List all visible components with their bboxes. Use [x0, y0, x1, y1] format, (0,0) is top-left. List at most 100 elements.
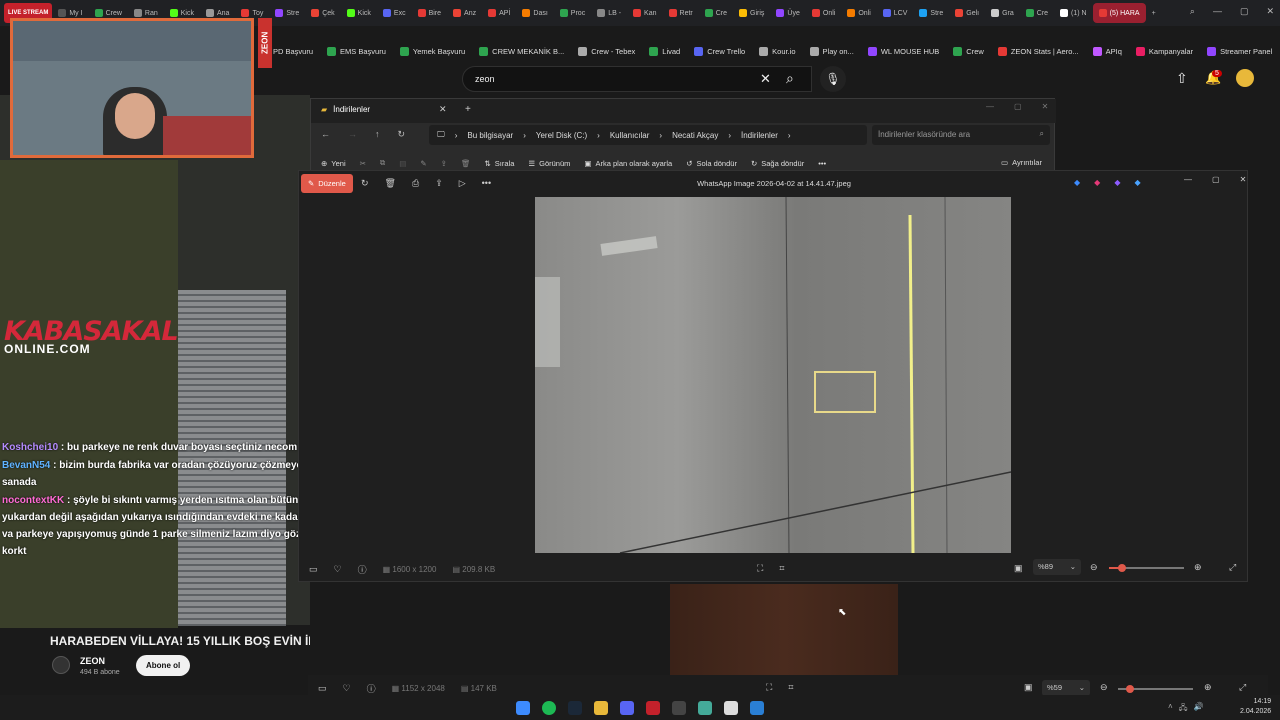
- details-button[interactable]: ▭ Ayrıntılar: [1001, 158, 1042, 167]
- zoom-in-icon[interactable]: ⊕: [1204, 682, 1212, 693]
- info-icon[interactable]: ⓘ: [358, 563, 367, 576]
- rotate-right-button[interactable]: ↻ Sağa döndür: [751, 159, 804, 168]
- cut-icon[interactable]: ✂: [360, 159, 366, 168]
- app-icon[interactable]: [672, 700, 686, 715]
- info-icon[interactable]: ⓘ: [367, 682, 376, 695]
- app-icon-a[interactable]: ◆: [1074, 178, 1080, 187]
- viewer-close-icon[interactable]: ✕: [1240, 175, 1247, 184]
- set-background-button[interactable]: ▣ Arka plan olarak ayarla: [584, 159, 672, 168]
- fullscreen-icon[interactable]: ⤢: [1239, 682, 1246, 693]
- crop-icon[interactable]: ⌗: [788, 682, 793, 693]
- crop-icon[interactable]: ⌗: [779, 563, 784, 574]
- browser-tab[interactable]: Proc: [554, 3, 591, 23]
- favorite-icon[interactable]: ♡: [343, 683, 351, 694]
- more-icon[interactable]: •••: [818, 159, 826, 168]
- browser-tab[interactable]: Anz: [447, 3, 482, 23]
- delete-icon[interactable]: 🗑: [461, 159, 471, 168]
- search-icon[interactable]: ⌕: [786, 70, 794, 87]
- close-tab-icon[interactable]: ✕: [439, 104, 447, 115]
- zoom-slider-thumb[interactable]: [1126, 685, 1134, 693]
- breadcrumb-item[interactable]: Necati Akçay: [672, 131, 718, 140]
- browser-tab[interactable]: Cre: [699, 3, 733, 23]
- bookmark-item[interactable]: Crew: [953, 46, 984, 56]
- copy-icon[interactable]: ⧉: [380, 158, 385, 168]
- bookmark-item[interactable]: APIq: [1092, 46, 1122, 56]
- browser-tab[interactable]: Gelı: [949, 3, 985, 23]
- file-explorer-icon[interactable]: [594, 700, 608, 715]
- clear-search-icon[interactable]: ✕: [760, 71, 771, 87]
- browser-tab[interactable]: Gra: [985, 3, 1020, 23]
- network-icon[interactable]: 🖧: [1179, 702, 1188, 716]
- view-button[interactable]: ☰ Görünüm: [528, 159, 570, 168]
- filmstrip-icon[interactable]: ▭: [318, 683, 327, 694]
- bookmark-item[interactable]: Livad: [649, 46, 680, 56]
- browser-tab[interactable]: Kan: [627, 3, 662, 23]
- breadcrumb[interactable]: 🖵 › Bu bilgisayar › Yerel Disk (C:) › Kulla…: [429, 125, 867, 145]
- browser-tab[interactable]: Exc: [377, 3, 412, 23]
- browser-tab[interactable]: Dası: [516, 3, 553, 23]
- bookmark-item[interactable]: ZEON Stats | Aero...: [997, 46, 1079, 56]
- browser-tab[interactable]: Çek: [305, 3, 340, 23]
- actual-size-icon[interactable]: ▣: [1024, 682, 1033, 693]
- channel-avatar[interactable]: [52, 656, 70, 674]
- bookmark-item[interactable]: Crew Trello: [694, 46, 745, 56]
- bookmark-item[interactable]: Kampanyalar: [1135, 46, 1193, 56]
- photos-icon[interactable]: [750, 700, 764, 715]
- viewer-minimize-icon[interactable]: —: [1184, 175, 1192, 184]
- volume-icon[interactable]: 🔊: [1194, 702, 1204, 716]
- maximize-icon[interactable]: ▢: [1240, 6, 1249, 17]
- subscribe-button[interactable]: Abone ol: [136, 655, 191, 676]
- start-icon[interactable]: [516, 700, 530, 715]
- filmstrip-icon[interactable]: ▭: [309, 564, 318, 575]
- rename-icon[interactable]: ✎: [420, 159, 426, 168]
- zoom-slider[interactable]: [1118, 685, 1193, 693]
- explorer-minimize-icon[interactable]: —: [986, 102, 994, 111]
- explorer-tab-title[interactable]: İndirilenler: [333, 105, 370, 114]
- browser-tab[interactable]: Kick: [341, 3, 377, 23]
- app-icon-d[interactable]: ◆: [1134, 178, 1140, 187]
- explorer-maximize-icon[interactable]: ▢: [1014, 102, 1022, 111]
- bookmark-item[interactable]: CREW MEKANİK B...: [479, 46, 564, 56]
- browser-tab[interactable]: (1) N: [1054, 3, 1093, 23]
- zoom-slider[interactable]: [1109, 564, 1184, 572]
- browser-tab[interactable]: Stre: [913, 3, 949, 23]
- zoom-slider-thumb[interactable]: [1118, 564, 1126, 572]
- breadcrumb-item[interactable]: Kullanıcılar: [610, 131, 650, 140]
- zoom-in-icon[interactable]: ⊕: [1194, 562, 1202, 573]
- browser-tab[interactable]: Cre: [1020, 3, 1054, 23]
- spotify-icon[interactable]: [542, 700, 556, 715]
- app-icon[interactable]: [698, 700, 712, 715]
- zoom-out-icon[interactable]: ⊖: [1100, 682, 1108, 693]
- bookmark-item[interactable]: Crew - Tebex: [578, 46, 635, 56]
- browser-tab[interactable]: Giriş: [733, 3, 770, 23]
- steam-icon[interactable]: [568, 700, 582, 715]
- zoom-dropdown[interactable]: %89 ⌄: [1033, 559, 1081, 575]
- zoom-dropdown[interactable]: %59 ⌄: [1042, 680, 1090, 696]
- upload-icon[interactable]: ⇧: [1176, 70, 1188, 87]
- zoom-out-icon[interactable]: ⊖: [1090, 562, 1098, 573]
- browser-tab[interactable]: (5) HARA: [1092, 3, 1146, 23]
- discord-icon[interactable]: [620, 700, 634, 715]
- clock[interactable]: 14:19 2.04.2026: [1240, 697, 1271, 717]
- bookmark-item[interactable]: EMS Başvuru: [327, 46, 386, 56]
- search-tabs-icon[interactable]: ⌕: [1190, 6, 1195, 17]
- fullscreen-icon[interactable]: ⤢: [1229, 562, 1236, 573]
- minimize-icon[interactable]: —: [1213, 6, 1222, 17]
- video-title[interactable]: HARABEDEN VİLLAYA! 15 YILLIK BOŞ EVİN İL…: [50, 634, 310, 648]
- channel-name[interactable]: ZEON: [80, 656, 105, 666]
- sort-button[interactable]: ⇅ Sırala: [485, 159, 515, 168]
- chevron-up-icon[interactable]: ˄: [1168, 702, 1173, 716]
- breadcrumb-item[interactable]: Bu bilgisayar: [467, 131, 513, 140]
- browser-tab[interactable]: LCV: [877, 3, 914, 23]
- close-icon[interactable]: ✕: [1266, 6, 1274, 17]
- explorer-search-input[interactable]: İndirilenler klasöründe ara ⌕: [872, 125, 1050, 145]
- browser-tab[interactable]: LB -: [591, 3, 627, 23]
- app-icon-c[interactable]: ◆: [1114, 178, 1120, 187]
- app-icon-b[interactable]: ◆: [1094, 178, 1100, 187]
- new-tab-icon[interactable]: +: [465, 104, 471, 115]
- share-icon[interactable]: ⇪: [441, 159, 447, 168]
- refresh-icon[interactable]: ↻: [398, 129, 406, 140]
- paste-icon[interactable]: ▤: [399, 159, 406, 168]
- browser-tab[interactable]: Onli: [841, 3, 876, 23]
- forward-icon[interactable]: →: [348, 129, 357, 140]
